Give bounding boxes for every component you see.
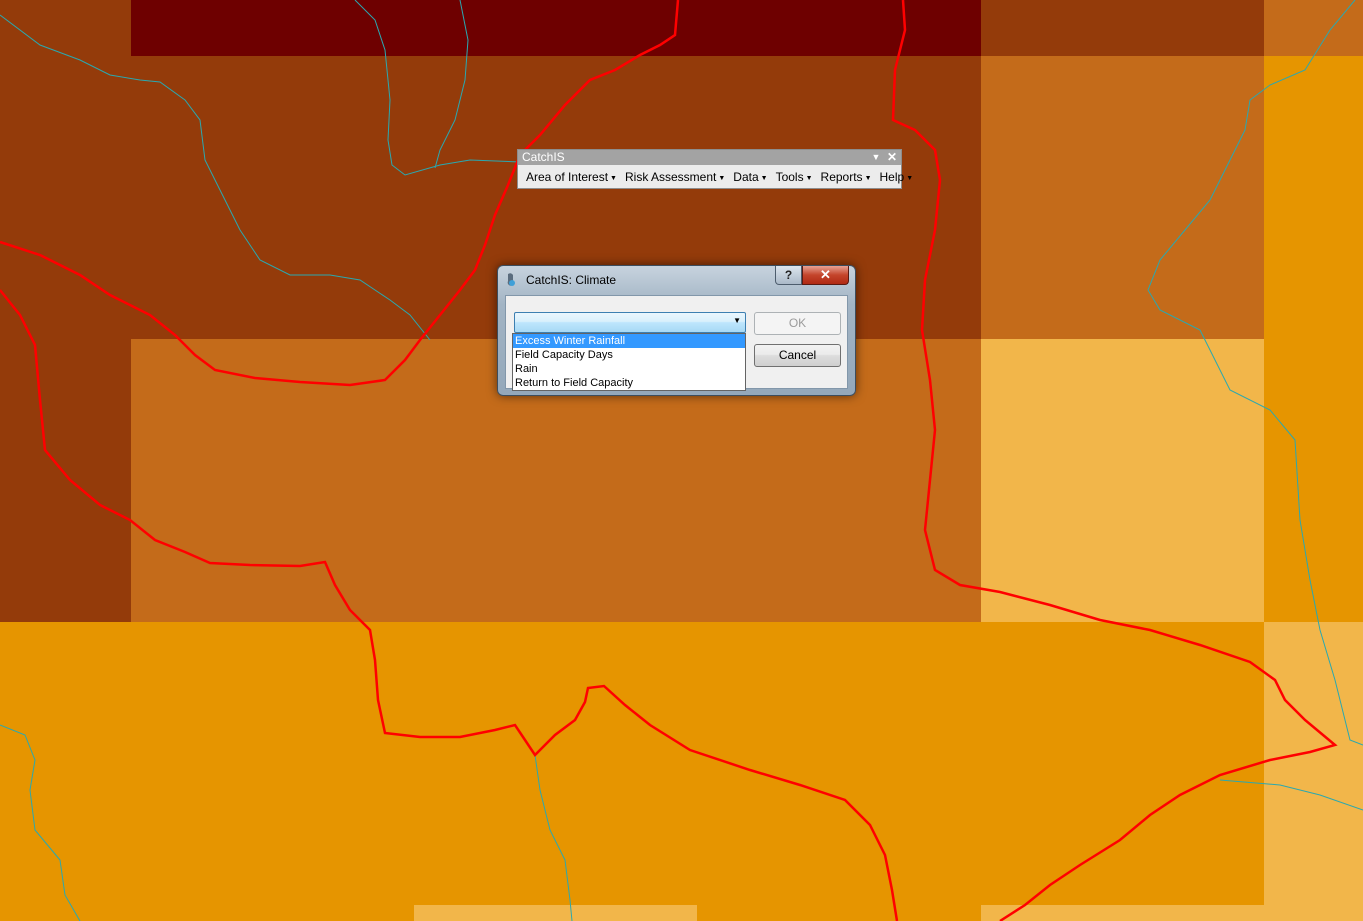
- toolbar-menu: Area of Interest ▼ Risk Assessment ▼ Data ▼…: [518, 165, 913, 188]
- catchis-toolbar: CatchIS ▼ ✕ Area of Interest ▼ Risk Asses…: [517, 149, 913, 189]
- dropdown-caret-icon: ▼: [805, 174, 813, 182]
- menu-label: Risk Assessment: [624, 169, 717, 184]
- menu-label: Area of Interest: [526, 169, 609, 184]
- dialog-title: CatchIS: Climate: [526, 273, 617, 287]
- menu-label: Data: [733, 169, 759, 184]
- map-canvas[interactable]: [0, 0, 1363, 921]
- menu-reports[interactable]: Reports ▼: [817, 168, 876, 186]
- menu-label: Help: [879, 169, 905, 184]
- chevron-down-icon[interactable]: ▼: [733, 316, 741, 325]
- climate-layer-dropdown-list: Excess Winter Rainfall Field Capacity Da…: [512, 333, 746, 391]
- option-excess-winter-rainfall[interactable]: Excess Winter Rainfall: [513, 334, 745, 348]
- menu-help[interactable]: Help ▼: [876, 168, 918, 186]
- help-button[interactable]: ?: [775, 266, 802, 285]
- toolbar-title: CatchIS: [522, 150, 565, 164]
- menu-label: Reports: [820, 169, 863, 184]
- cancel-button[interactable]: Cancel: [754, 344, 841, 367]
- dropdown-caret-icon: ▼: [760, 174, 768, 182]
- dropdown-caret-icon: ▼: [718, 174, 726, 182]
- raster-grid: [0, 0, 1363, 921]
- climate-layer-combobox[interactable]: ▼: [514, 312, 746, 333]
- toolbar-options-icon[interactable]: ▼: [869, 150, 883, 165]
- toolbar-close-icon[interactable]: ✕: [885, 150, 899, 165]
- dropdown-caret-icon: ▼: [906, 174, 914, 182]
- option-field-capacity-days[interactable]: Field Capacity Days: [513, 348, 745, 362]
- toolbar-titlebar[interactable]: CatchIS ▼ ✕: [518, 150, 901, 165]
- dropdown-caret-icon: ▼: [610, 174, 617, 182]
- menu-area-of-interest[interactable]: Area of Interest ▼: [522, 168, 621, 186]
- climate-map[interactable]: [0, 0, 1363, 921]
- menu-label: Tools: [775, 169, 804, 184]
- option-return-to-field-capacity[interactable]: Return to Field Capacity: [513, 376, 745, 390]
- dropdown-caret-icon: ▼: [864, 174, 872, 182]
- menu-tools[interactable]: Tools ▼: [772, 168, 817, 186]
- option-rain[interactable]: Rain: [513, 362, 745, 376]
- menu-data[interactable]: Data ▼: [729, 168, 771, 186]
- app-icon: [507, 273, 515, 286]
- menu-risk-assessment[interactable]: Risk Assessment ▼: [621, 168, 729, 186]
- close-button[interactable]: ✕: [802, 266, 849, 285]
- ok-button[interactable]: OK: [754, 312, 841, 335]
